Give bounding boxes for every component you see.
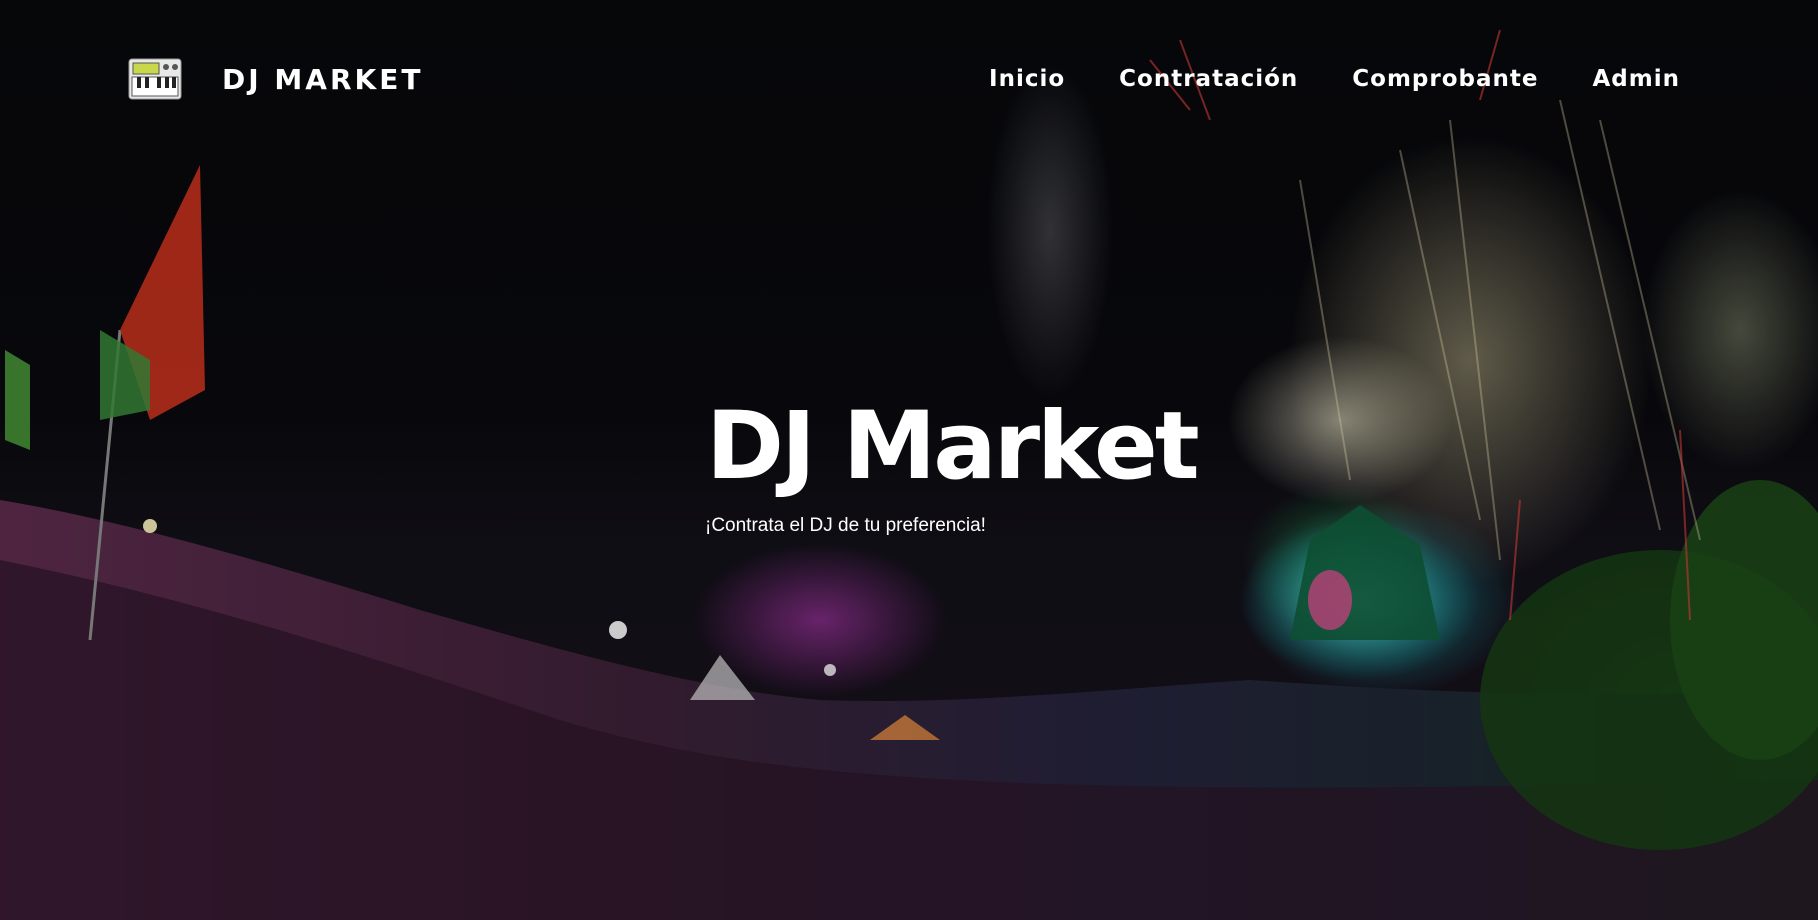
piano-keyboard-icon (128, 58, 182, 100)
hero-subtitle: ¡Contrata el DJ de tu preferencia! (705, 515, 986, 536)
top-navbar: DJ MARKET Inicio Contratación Comprobant… (0, 0, 1818, 160)
hero-section: DJ MARKET Inicio Contratación Comprobant… (0, 0, 1818, 920)
nav-link-admin[interactable]: Admin (1593, 66, 1681, 92)
nav-link-comprobante[interactable]: Comprobante (1352, 66, 1538, 92)
hero-title: DJ Market (706, 392, 1200, 501)
brand-link[interactable]: DJ MARKET (128, 58, 423, 100)
brand-name: DJ MARKET (222, 62, 424, 96)
nav-link-inicio[interactable]: Inicio (989, 66, 1065, 92)
nav-link-contratacion[interactable]: Contratación (1119, 66, 1298, 92)
nav-links: Inicio Contratación Comprobante Admin (989, 66, 1680, 92)
